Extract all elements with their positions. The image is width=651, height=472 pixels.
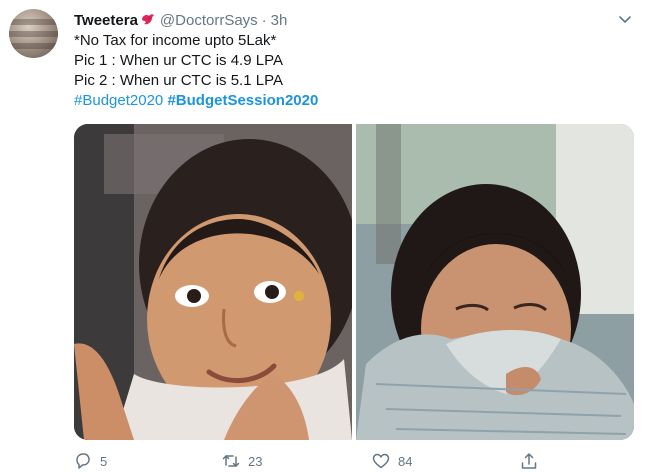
like-count: 84 <box>398 453 413 469</box>
bird-badge-icon <box>140 13 156 27</box>
hashtag-line: #Budget2020 #BudgetSession2020 <box>74 91 318 111</box>
photo-1[interactable] <box>74 124 352 440</box>
tweet-text: *No Tax for income upto 5Lak* Pic 1 : Wh… <box>74 31 318 111</box>
author-handle[interactable]: @DoctorrSays <box>160 12 258 29</box>
share-button[interactable] <box>520 452 538 470</box>
heart-icon <box>372 453 390 469</box>
chevron-down-icon[interactable] <box>617 12 633 28</box>
tweet: Tweetera @DoctorrSays · 3h *No Tax for i… <box>0 0 651 469</box>
hashtag-link[interactable]: #BudgetSession2020 <box>167 92 318 109</box>
reply-button[interactable]: 5 <box>74 452 107 470</box>
hashtag-link[interactable]: #Budget2020 <box>74 92 163 109</box>
tweet-line: Pic 2 : When ur CTC is 5.1 LPA <box>74 72 283 89</box>
tweet-media <box>74 124 634 440</box>
share-icon <box>521 453 537 469</box>
avatar[interactable] <box>9 9 58 58</box>
separator-dot: · <box>261 11 267 29</box>
reply-icon <box>76 453 90 469</box>
retweet-icon <box>222 455 240 467</box>
like-button[interactable]: 84 <box>372 452 412 470</box>
retweet-count: 23 <box>248 453 263 469</box>
tweet-actions: 5 23 84 <box>74 452 634 472</box>
photo-2[interactable] <box>356 124 634 440</box>
tweet-line: Pic 1 : When ur CTC is 4.9 LPA <box>74 52 283 69</box>
author-name[interactable]: Tweetera <box>74 12 138 29</box>
tweet-timestamp[interactable]: 3h <box>271 12 288 29</box>
tweet-line: *No Tax for income upto 5Lak* <box>74 32 277 49</box>
reply-count: 5 <box>100 453 108 469</box>
tweet-header: Tweetera @DoctorrSays · 3h <box>74 10 287 30</box>
retweet-button[interactable]: 23 <box>222 452 262 470</box>
